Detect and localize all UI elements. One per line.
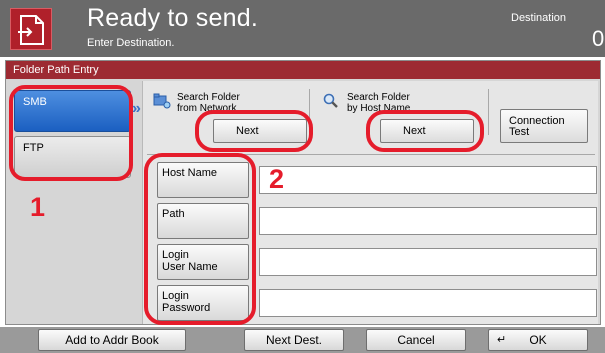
add-to-addr-book-button[interactable]: Add to Addr Book — [38, 329, 186, 351]
network-folder-icon — [153, 93, 171, 114]
ok-label: OK — [529, 333, 547, 347]
panel-title: Folder Path Entry — [6, 61, 600, 79]
ok-button[interactable]: ↵ OK — [488, 329, 588, 351]
bottom-action-bar: Add to Addr Book Next Dest. Cancel ↵ OK — [0, 327, 605, 353]
header-subtitle: Enter Destination. — [87, 37, 175, 49]
destination-label: Destination — [511, 12, 567, 24]
login-user-name-field[interactable] — [259, 248, 597, 276]
destination-count: 0 — [592, 26, 605, 51]
callout-number-1: 1 — [30, 192, 46, 222]
path-field[interactable] — [259, 207, 597, 235]
cancel-button[interactable]: Cancel — [366, 329, 466, 351]
header-title: Ready to send. — [87, 4, 258, 32]
divider — [488, 89, 489, 135]
host-name-field[interactable] — [259, 166, 597, 194]
next-dest-button[interactable]: Next Dest. — [244, 329, 344, 351]
callout-number-2: 2 — [269, 164, 285, 194]
callout-ring-next-network — [195, 110, 313, 152]
callout-ring-tabs — [9, 85, 133, 181]
connection-test-button[interactable]: Connection Test — [500, 109, 588, 143]
callout-ring-next-host — [366, 110, 484, 152]
selected-tab-arrow-icon: » — [132, 100, 141, 117]
enter-key-icon: ↵ — [497, 334, 507, 346]
status-header: Ready to send. Enter Destination. Destin… — [0, 0, 605, 57]
login-password-field[interactable] — [259, 289, 597, 317]
magnifier-icon — [323, 93, 339, 114]
callout-ring-fields — [144, 153, 256, 325]
send-document-icon — [10, 8, 52, 50]
